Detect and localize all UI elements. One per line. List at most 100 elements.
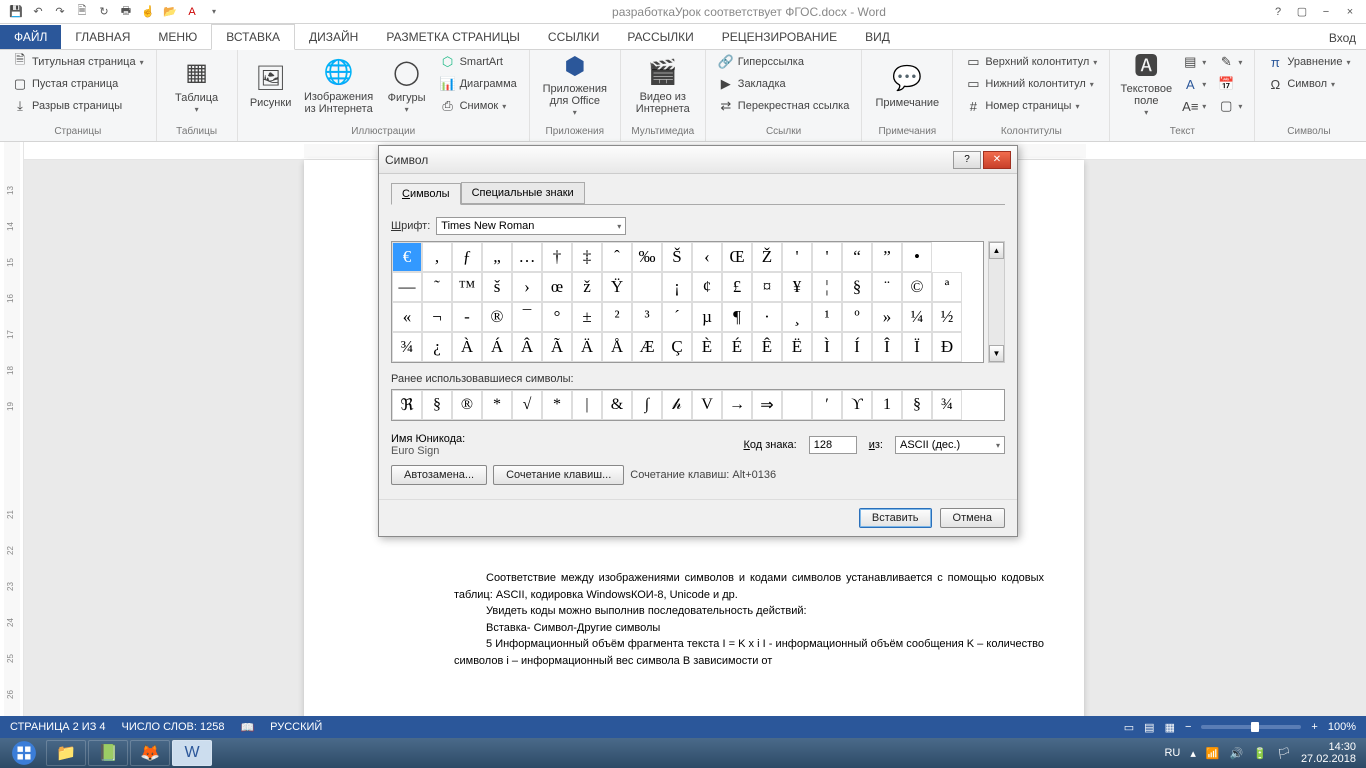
shortcut-button[interactable]: Сочетание клавиш...	[493, 465, 624, 485]
symbol-cell[interactable]: Ì	[812, 332, 842, 362]
chart-button[interactable]: 📊Диаграмма	[436, 74, 521, 94]
tray-show-hidden-icon[interactable]: ▴	[1190, 747, 1196, 760]
autocorrect-button[interactable]: Автозамена...	[391, 465, 487, 485]
symbol-cell[interactable]: ´	[662, 302, 692, 332]
dialog-close-icon[interactable]: ✕	[983, 151, 1011, 169]
symbol-cell[interactable]: ˆ	[602, 242, 632, 272]
wordart-button[interactable]: A▾	[1178, 74, 1210, 94]
symbol-cell[interactable]: ¿	[422, 332, 452, 362]
tab-references[interactable]: ССЫЛКИ	[534, 25, 613, 49]
symbol-cell[interactable]: ¢	[692, 272, 722, 302]
hyperlink-button[interactable]: 🔗Гиперссылка	[714, 52, 854, 72]
dialog-titlebar[interactable]: Символ ? ✕	[379, 146, 1017, 174]
symbol-cell[interactable]: Ê	[752, 332, 782, 362]
dropcap-button[interactable]: A≡▾	[1178, 96, 1210, 116]
status-language[interactable]: РУССКИЙ	[270, 721, 322, 733]
insert-button[interactable]: Вставить	[859, 508, 932, 528]
tab-special-chars[interactable]: Специальные знаки	[461, 182, 585, 204]
symbol-cell[interactable]: Ž	[752, 242, 782, 272]
status-page[interactable]: СТРАНИЦА 2 ИЗ 4	[10, 721, 106, 733]
textbox-button[interactable]: 🅰Текстовое поле▾	[1118, 52, 1174, 120]
symbol-cell[interactable]: ‰	[632, 242, 662, 272]
recent-symbol-cell[interactable]: §	[422, 390, 452, 420]
recent-symbol-cell[interactable]: ®	[452, 390, 482, 420]
recent-symbol-cell[interactable]: 𝒽	[662, 390, 692, 420]
recent-symbol-cell[interactable]: §	[902, 390, 932, 420]
help-icon[interactable]: ?	[1268, 2, 1288, 22]
dialog-help-icon[interactable]: ?	[953, 151, 981, 169]
symbol-cell[interactable]: •	[902, 242, 932, 272]
symbol-cell[interactable]: ±	[572, 302, 602, 332]
symbol-cell[interactable]: ª	[932, 272, 962, 302]
symbol-cell[interactable]: Œ	[722, 242, 752, 272]
recent-symbol-cell[interactable]: →	[722, 390, 752, 420]
tray-network-icon[interactable]: 📶	[1206, 747, 1220, 760]
symbol-cell[interactable]: ¯	[512, 302, 542, 332]
symbol-cell[interactable]: Ï	[902, 332, 932, 362]
recent-symbol-cell[interactable]: |	[572, 390, 602, 420]
symbol-cell[interactable]: …	[512, 242, 542, 272]
refresh-icon[interactable]: ↻	[94, 2, 114, 22]
symbol-cell[interactable]: ©	[902, 272, 932, 302]
zoom-in-icon[interactable]: +	[1311, 721, 1317, 733]
comment-button[interactable]: 💬Примечание	[870, 52, 944, 120]
font-select[interactable]: Times New Roman▾	[436, 217, 626, 235]
header-button[interactable]: ▭Верхний колонтитул▾	[961, 52, 1101, 72]
tab-insert[interactable]: ВСТАВКА	[211, 24, 295, 50]
recent-symbol-cell[interactable]: *	[542, 390, 572, 420]
pictures-button[interactable]: 🖼Рисунки	[246, 52, 296, 120]
symbol-cell[interactable]: š	[482, 272, 512, 302]
recent-symbol-cell[interactable]: ¾	[932, 390, 962, 420]
page-number-button[interactable]: #Номер страницы▾	[961, 96, 1101, 116]
symbol-cell[interactable]: ƒ	[452, 242, 482, 272]
symbol-cell[interactable]: ³	[632, 302, 662, 332]
tray-lang[interactable]: RU	[1164, 747, 1180, 759]
symbol-cell[interactable]: Á	[482, 332, 512, 362]
symbol-cell[interactable]: €	[392, 242, 422, 272]
open-icon[interactable]: 📂	[160, 2, 180, 22]
status-words[interactable]: ЧИСЛО СЛОВ: 1258	[122, 721, 225, 733]
symbol-cell[interactable]: ›	[512, 272, 542, 302]
symbol-cell[interactable]: -	[452, 302, 482, 332]
explorer-icon[interactable]: 📁	[46, 740, 86, 766]
firefox-icon[interactable]: 🦊	[130, 740, 170, 766]
symbol-cell[interactable]: ¡	[662, 272, 692, 302]
symbol-cell[interactable]: «	[392, 302, 422, 332]
text-color-icon[interactable]: A	[182, 2, 202, 22]
minimize-icon[interactable]: −	[1316, 2, 1336, 22]
view-print-icon[interactable]: ▤	[1144, 721, 1154, 734]
symbol-cell[interactable]: “	[842, 242, 872, 272]
symbol-cell[interactable]: '	[782, 242, 812, 272]
recent-symbol-cell[interactable]: &	[602, 390, 632, 420]
symbol-cell[interactable]: µ	[692, 302, 722, 332]
code-input[interactable]	[809, 436, 857, 454]
symbol-cell[interactable]: Š	[662, 242, 692, 272]
symbol-cell[interactable]: Í	[842, 332, 872, 362]
symbol-cell[interactable]: '	[812, 242, 842, 272]
recent-symbol-cell[interactable]: 1	[872, 390, 902, 420]
symbol-cell[interactable]: †	[542, 242, 572, 272]
symbol-cell[interactable]: ²	[602, 302, 632, 332]
from-select[interactable]: ASCII (дес.)▾	[895, 436, 1005, 454]
signature-button[interactable]: ✎▾	[1214, 52, 1246, 72]
recent-symbol-cell[interactable]: V	[692, 390, 722, 420]
symbol-cell[interactable]: Å	[602, 332, 632, 362]
print-icon[interactable]: 🖶	[116, 2, 136, 22]
shapes-button[interactable]: ◯Фигуры▾	[382, 52, 432, 120]
recent-symbol-cell[interactable]: √	[512, 390, 542, 420]
tray-clock[interactable]: 14:30 27.02.2018	[1301, 741, 1356, 765]
word-icon[interactable]: W	[172, 740, 212, 766]
tab-home[interactable]: ГЛАВНАЯ	[61, 25, 144, 49]
symbol-cell[interactable]: ¶	[722, 302, 752, 332]
touch-icon[interactable]: ☝	[138, 2, 158, 22]
cancel-button[interactable]: Отмена	[940, 508, 1005, 528]
symbol-cell[interactable]: ”	[872, 242, 902, 272]
symbol-cell[interactable]: ,	[422, 242, 452, 272]
status-proofing-icon[interactable]: 📖	[240, 721, 254, 734]
symbol-cell[interactable]: ¾	[392, 332, 422, 362]
footer-button[interactable]: ▭Нижний колонтитул▾	[961, 74, 1101, 94]
symbol-cell[interactable]: É	[722, 332, 752, 362]
symbol-cell[interactable]: Ä	[572, 332, 602, 362]
object-button[interactable]: ▢▾	[1214, 96, 1246, 116]
symbol-cell[interactable]: °	[542, 302, 572, 332]
